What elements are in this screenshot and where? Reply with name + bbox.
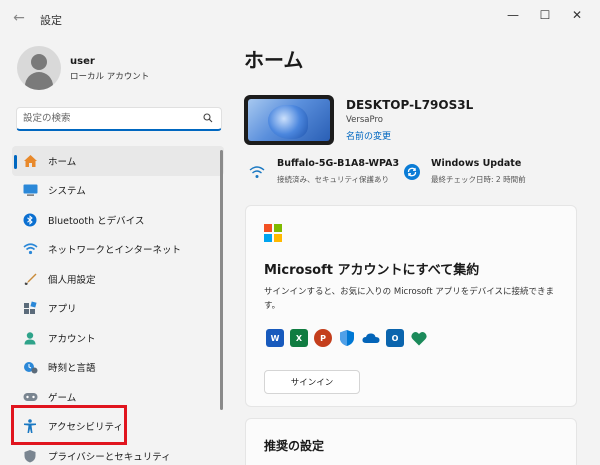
sidebar-nav: ホーム システム Bluetooth とデバイス ネットワークとインターネット … [12,146,224,465]
search-box[interactable] [16,107,222,131]
time-language-icon [22,359,38,375]
sidebar-item-bluetooth[interactable]: Bluetooth とデバイス [12,205,224,235]
close-button[interactable]: ✕ [564,6,590,24]
sidebar-item-home[interactable]: ホーム [12,146,224,176]
family-safety-icon [410,329,428,347]
rename-link[interactable]: 名前の変更 [346,129,391,142]
sidebar-item-accessibility[interactable]: アクセシビリティ [12,412,224,442]
windows-update-icon[interactable] [404,164,420,180]
sidebar-item-privacy[interactable]: プライバシーとセキュリティ [12,441,224,465]
card-description: サインインすると、お気に入りの Microsoft アプリをデバイスに接続できま… [264,287,554,311]
powerpoint-icon: P [314,329,332,347]
microsoft-logo-icon [264,224,282,242]
sidebar-item-label: 個人用設定 [48,274,96,286]
onedrive-icon [362,329,380,347]
sidebar-item-gaming[interactable]: ゲーム [12,382,224,412]
personalization-icon [22,271,38,287]
user-account-type: ローカル アカウント [70,72,150,82]
app-icon-row: W X P O [266,329,428,347]
accessibility-icon [22,418,38,434]
person-avatar-icon[interactable] [17,46,61,90]
word-icon: W [266,329,284,347]
user-name: user [70,56,95,67]
excel-icon: X [290,329,308,347]
back-button[interactable]: ← [10,10,28,26]
sidebar-item-label: ゲーム [48,392,77,404]
microsoft-account-card: Microsoft アカウントにすべて集約 サインインすると、お気に入りの Mi… [245,205,577,407]
sidebar-item-personalization[interactable]: 個人用設定 [12,264,224,294]
home-icon [22,153,38,169]
apps-icon [22,300,38,316]
device-model: VersaPro [346,115,384,125]
app-title: 設定 [40,14,62,27]
recommended-settings-title: 推奨の設定 [264,439,325,453]
card-title: Microsoft アカウントにすべて集約 [264,263,480,278]
sidebar-item-label: 時刻と言語 [48,363,96,375]
windows-update-status: 最終チェック日時: 2 時間前 [431,175,526,184]
page-title: ホーム [244,48,304,72]
outlook-icon: O [386,329,404,347]
device-name: DESKTOP-L79OS3L [346,98,474,112]
sidebar-item-time-language[interactable]: 時刻と言語 [12,353,224,383]
sidebar-item-label: ネットワークとインターネット [48,245,182,257]
sidebar-item-system[interactable]: システム [12,176,224,206]
settings-window: ← 設定 — ☐ ✕ user ローカル アカウント ホーム システム [0,0,600,465]
network-icon [22,241,38,257]
sidebar-item-label: プライバシーとセキュリティ [48,451,171,463]
defender-icon [338,329,356,347]
bluetooth-icon [22,212,38,228]
wifi-network-name[interactable]: Buffalo-5G-B1A8-WPA3 [277,158,399,169]
search-icon[interactable] [203,113,213,123]
sidebar-item-network[interactable]: ネットワークとインターネット [12,235,224,265]
wifi-status: 接続済み、セキュリティ保護あり [277,175,390,184]
sidebar-item-label: システム [48,186,86,198]
sidebar-scrollbar[interactable] [220,150,223,410]
accounts-icon [22,330,38,346]
title-bar: ← 設定 — ☐ ✕ [0,0,600,36]
sidebar-item-label: Bluetooth とデバイス [48,215,145,227]
recommended-settings-card: 推奨の設定 [245,418,577,465]
wifi-icon[interactable] [249,165,265,179]
system-icon [22,182,38,198]
sidebar-item-label: アクセシビリティ [48,422,123,434]
signin-button[interactable]: サインイン [264,370,360,394]
privacy-icon [22,448,38,464]
windows-update-title[interactable]: Windows Update [431,158,521,169]
gaming-icon [22,389,38,405]
sidebar-item-label: アカウント [48,333,96,345]
minimize-button[interactable]: — [500,6,526,24]
sidebar-item-apps[interactable]: アプリ [12,294,224,324]
maximize-button[interactable]: ☐ [532,6,558,24]
sidebar-item-accounts[interactable]: アカウント [12,323,224,353]
sidebar-item-label: ホーム [48,156,77,168]
sidebar-item-label: アプリ [48,304,77,316]
device-thumbnail [244,95,334,145]
search-input[interactable] [23,111,193,126]
